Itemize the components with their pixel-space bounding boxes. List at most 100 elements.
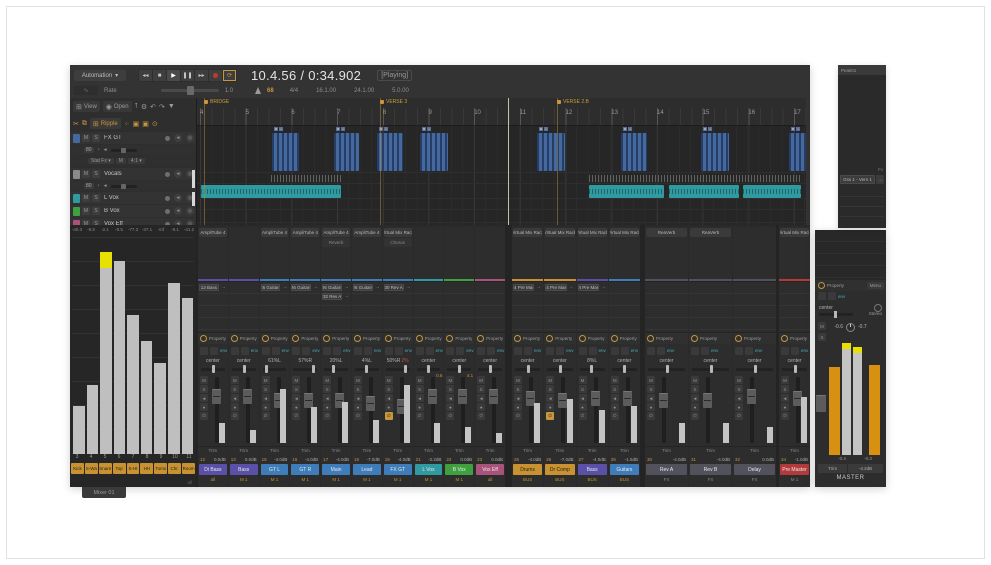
- folder-active-icon[interactable]: ▣: [142, 120, 149, 128]
- solo-button[interactable]: S: [781, 385, 789, 393]
- track-name-tag[interactable]: Bass: [230, 464, 258, 475]
- fader-area[interactable]: [334, 374, 351, 446]
- record-arm-icon[interactable]: ●: [446, 403, 454, 411]
- strip-property-row[interactable]: Property: [544, 332, 575, 344]
- record-arm-icon[interactable]: ●: [323, 403, 331, 411]
- pan-slider[interactable]: [229, 365, 259, 374]
- monitor-speaker-icon[interactable]: ◄: [691, 394, 699, 402]
- fx-icon[interactable]: ◎: [186, 207, 194, 215]
- track-mute-button[interactable]: M: [82, 207, 90, 215]
- mute-button[interactable]: M: [231, 376, 239, 384]
- solo-button[interactable]: S: [477, 385, 485, 393]
- strip-fx-button[interactable]: [691, 347, 699, 355]
- record-arm-icon[interactable]: [165, 136, 170, 141]
- track-name-tag[interactable]: Bass: [578, 464, 607, 475]
- audio-clip[interactable]: [743, 185, 801, 198]
- channel-strip-bass[interactable]: Virtual Mix Rack24 Pre Mast→Propertyenv8…: [577, 227, 608, 487]
- pan-slider[interactable]: [544, 365, 575, 374]
- fader-area[interactable]: [557, 374, 575, 446]
- side-panel-title[interactable]: Peak01: [838, 65, 886, 75]
- strip-env-button[interactable]: [791, 347, 799, 355]
- fader-area[interactable]: [622, 374, 640, 446]
- strip-fx-button[interactable]: [611, 347, 619, 355]
- volume-db-value[interactable]: -7.0dB: [367, 457, 380, 462]
- track-name-tag[interactable]: B Vox: [445, 464, 473, 475]
- pan-thumb[interactable]: [243, 365, 246, 373]
- monitor-speaker-icon[interactable]: ◄: [735, 394, 743, 402]
- playhead[interactable]: [508, 98, 509, 225]
- master-fader[interactable]: [816, 395, 826, 412]
- fader-thumb[interactable]: [659, 393, 668, 408]
- midi-clip[interactable]: M▪: [537, 133, 565, 171]
- funnel-icon[interactable]: ▼: [168, 103, 175, 110]
- pan-thumb[interactable]: [489, 365, 492, 373]
- pause-button[interactable]: ❚❚: [181, 70, 194, 81]
- track-gain-value[interactable]: 80: [84, 147, 94, 153]
- mixer-tab[interactable]: Mixer 01: [82, 487, 126, 498]
- cut-icon[interactable]: ✂: [73, 120, 79, 128]
- track-row-b-vox[interactable]: MSB Vox◄◎: [70, 205, 196, 217]
- pan-thumb[interactable]: [212, 365, 215, 373]
- settings-gear-icon[interactable]: ⚙: [141, 103, 147, 111]
- fader-thumb[interactable]: [366, 396, 375, 411]
- pan-slider[interactable]: [577, 365, 608, 374]
- strip-env-button[interactable]: [241, 347, 249, 355]
- monitor-speaker-icon[interactable]: ◄: [385, 394, 393, 402]
- phase-button[interactable]: ∅: [691, 412, 699, 420]
- channel-strip-b-vox[interactable]: PropertyenvcenterMS◄●∅4.1Trim220.0dBB Vo…: [444, 227, 474, 487]
- pan-value[interactable]: 4%L: [352, 357, 382, 365]
- volume-db-value[interactable]: 0.0dB: [491, 457, 503, 462]
- pan-thumb[interactable]: [794, 365, 797, 373]
- channel-strip-drums[interactable]: Virtual Mix Rack24 Pre Mast→Propertyenvc…: [512, 227, 543, 487]
- solo-button[interactable]: S: [262, 385, 270, 393]
- fader-area[interactable]: [746, 374, 776, 446]
- send-slot[interactable]: 26 Guitars→: [291, 283, 319, 291]
- fx-slot[interactable]: AmpliTube 4: [291, 228, 319, 237]
- channel-strip-bass[interactable]: PropertyenvcenterMS◄●∅Trim130.0dBBassM 1: [229, 227, 259, 487]
- volume-db-value[interactable]: -4.0dB: [673, 457, 686, 462]
- channel-strip-main[interactable]: AmpliTube 4Reverb26 Guitars→32 Rev A→Pro…: [321, 227, 351, 487]
- fader-area[interactable]: [488, 374, 505, 446]
- master-property-label[interactable]: Property: [827, 283, 844, 288]
- fader-thumb[interactable]: [623, 391, 632, 406]
- automation-dots-icon[interactable]: ⁘: [124, 120, 130, 128]
- strip-env-button[interactable]: [272, 347, 280, 355]
- glue-icon[interactable]: ⧉: [82, 120, 87, 128]
- ripple-button[interactable]: ⊞Ripple: [90, 118, 121, 129]
- track-name-tag[interactable]: Lead: [353, 464, 381, 475]
- send-slot[interactable]: 24 Pre Mast→: [578, 283, 607, 291]
- fader-thumb[interactable]: [304, 393, 313, 408]
- master-fx-list[interactable]: [815, 230, 886, 280]
- channel-strip-rev-a[interactable]: ReaVerbPropertyenvcenterMS◄●∅Trim30-4.0d…: [645, 227, 688, 487]
- record-arm-icon[interactable]: ●: [262, 403, 270, 411]
- solo-button[interactable]: S: [200, 385, 208, 393]
- fx-slot[interactable]: ReaVerb: [646, 228, 687, 237]
- fader-area[interactable]: [211, 374, 228, 446]
- record-arm-icon[interactable]: ●: [354, 403, 362, 411]
- midi-clip[interactable]: M▪: [701, 133, 729, 171]
- trim-label[interactable]: Trim: [444, 446, 474, 455]
- fx-slot[interactable]: Virtual Mix Rack: [545, 228, 574, 237]
- phase-button[interactable]: ∅: [354, 412, 362, 420]
- trim-label[interactable]: Trim: [352, 446, 382, 455]
- send-slot[interactable]: 30 Rev A→: [384, 283, 412, 291]
- track-name-tag[interactable]: Drums: [513, 464, 542, 475]
- channel-strip-rev-b[interactable]: ReaVerbPropertyenvcenterMS◄●∅Trim31-4.0d…: [689, 227, 732, 487]
- strip-property-row[interactable]: Property: [229, 332, 259, 344]
- phase-button[interactable]: ∅: [446, 412, 454, 420]
- track-name-tag[interactable]: Dr Comp: [545, 464, 574, 475]
- phase-button[interactable]: ∅: [477, 412, 485, 420]
- record-arm-icon[interactable]: ●: [477, 403, 485, 411]
- solo-button[interactable]: S: [579, 385, 587, 393]
- pan-value[interactable]: 8%L: [577, 357, 608, 365]
- pan-thumb[interactable]: [312, 365, 315, 373]
- fx-slot[interactable]: AmpliTube 4: [322, 228, 350, 237]
- strip-env-button[interactable]: [210, 347, 218, 355]
- lock-icon[interactable]: ⊙: [152, 120, 158, 128]
- fx-slot[interactable]: Virtual Mix Rack: [578, 228, 607, 237]
- rate-slider[interactable]: [161, 89, 219, 92]
- master-pan-slider[interactable]: [819, 313, 853, 316]
- master-pan-value[interactable]: center: [819, 305, 833, 311]
- pan-thumb[interactable]: [559, 365, 562, 373]
- loop-length[interactable]: 5.0.00: [392, 88, 409, 94]
